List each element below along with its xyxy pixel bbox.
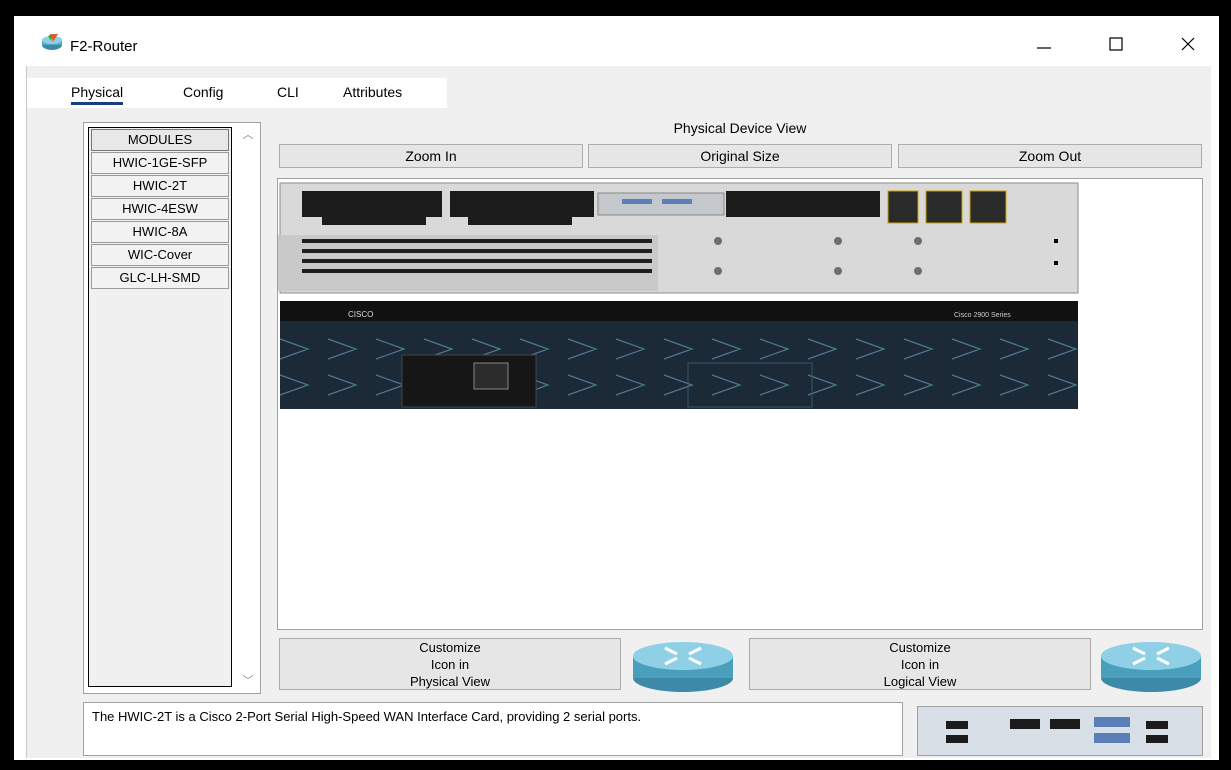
module-item-glc-lh-smd[interactable]: GLC-LH-SMD (91, 267, 229, 289)
customize-physical-line1: Customize (419, 639, 481, 655)
window-title: F2-Router (70, 38, 138, 55)
modules-panel: MODULES HWIC-1GE-SFP HWIC-2T HWIC-4ESW H… (83, 122, 261, 694)
title-bar: F2-Router (14, 16, 1219, 64)
close-icon (1181, 37, 1195, 51)
router-app-icon (42, 34, 62, 50)
modules-list[interactable]: MODULES HWIC-1GE-SFP HWIC-2T HWIC-4ESW H… (88, 127, 232, 687)
router-icon (633, 642, 733, 692)
maximize-icon (1109, 37, 1123, 51)
tab-physical[interactable]: Physical (71, 84, 124, 105)
close-button[interactable] (1168, 28, 1208, 60)
module-thumbnail-graphic (946, 717, 1168, 743)
scroll-up-icon[interactable]: ︿ (240, 127, 256, 143)
customize-logical-line2: Icon in (900, 656, 940, 672)
module-thumbnail (917, 706, 1203, 756)
minimize-icon (1037, 47, 1051, 49)
router-icon (1101, 642, 1201, 692)
chassis-series-label: Cisco 2900 Series (954, 312, 1011, 319)
router-chassis-graphic: CISCO Cisco 2900 Series (278, 182, 1079, 409)
module-item-hwic-1ge-sfp[interactable]: HWIC-1GE-SFP (91, 152, 229, 174)
customize-logical-icon-button[interactable]: Customize Icon in Logical View (749, 638, 1091, 690)
physical-device-viewport[interactable]: CISCO Cisco 2900 Series (277, 178, 1203, 630)
customize-logical-line3: Logical View (883, 673, 957, 689)
module-item-hwic-4esw[interactable]: HWIC-4ESW (91, 198, 229, 220)
zoom-in-button[interactable]: Zoom In (279, 144, 583, 168)
minimize-button[interactable] (1024, 28, 1064, 60)
customize-logical-line1: Customize (889, 639, 951, 655)
module-description: The HWIC-2T is a Cisco 2-Port Serial Hig… (83, 702, 903, 756)
maximize-button[interactable] (1096, 28, 1136, 60)
zoom-out-button[interactable]: Zoom Out (898, 144, 1202, 168)
customize-physical-line2: Icon in (430, 656, 470, 672)
customize-physical-icon-button[interactable]: Customize Icon in Physical View (279, 638, 621, 690)
tab-bar: Physical Config CLI Attributes (27, 78, 447, 108)
original-size-button[interactable]: Original Size (588, 144, 892, 168)
tab-cli[interactable]: CLI (277, 84, 299, 100)
tab-attributes[interactable]: Attributes (343, 84, 402, 100)
router-window: F2-Router Physical Config CLI Attributes… (12, 14, 1221, 762)
scroll-down-icon[interactable]: ﹀ (240, 673, 256, 689)
module-item-hwic-8a[interactable]: HWIC-8A (91, 221, 229, 243)
module-item-hwic-2t[interactable]: HWIC-2T (91, 175, 229, 197)
tab-config[interactable]: Config (183, 84, 223, 100)
module-item-wic-cover[interactable]: WIC-Cover (91, 244, 229, 266)
physical-device-view-label: Physical Device View (673, 120, 807, 136)
content-area: Physical Config CLI Attributes MODULES H… (26, 66, 1211, 758)
chassis-brand-label: CISCO (348, 310, 373, 319)
modules-header: MODULES (91, 129, 229, 151)
customize-physical-line3: Physical View (410, 673, 490, 689)
